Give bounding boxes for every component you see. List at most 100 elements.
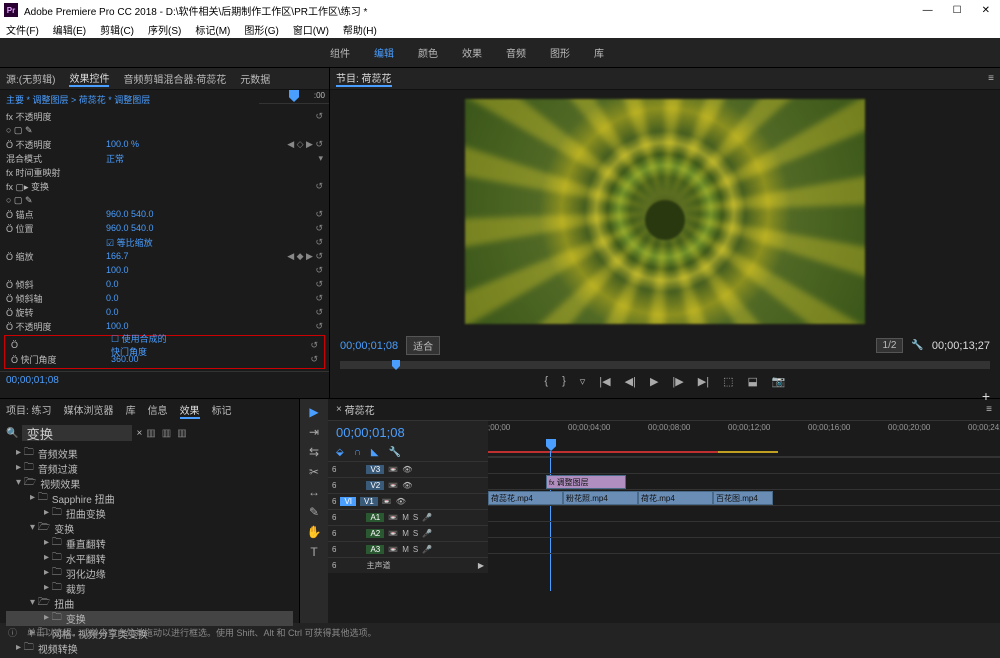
workspace-tab[interactable]: 库	[594, 45, 604, 60]
timeline-timecode[interactable]: 00;00;01;08	[328, 421, 488, 444]
fx-badge-icon[interactable]: ▥	[162, 428, 171, 439]
track-lane[interactable]	[488, 457, 1000, 473]
panel-tab[interactable]: 源:(无剪辑)	[6, 71, 55, 86]
extract-button[interactable]: ⬓	[747, 375, 757, 388]
step-back-button[interactable]: ◀|	[625, 375, 636, 388]
export-frame-button[interactable]: 📷	[772, 375, 786, 388]
track-toggle[interactable]: 6	[332, 529, 336, 538]
panel-tab[interactable]: 音频剪辑混合器:荷蕊花	[123, 71, 226, 86]
marker-icon[interactable]: ◣	[371, 447, 379, 458]
tree-item[interactable]: ▸ 🗀变换	[6, 611, 293, 626]
selection-tool[interactable]: ▶	[309, 405, 318, 419]
menu-item[interactable]: 帮助(H)	[343, 22, 377, 37]
property-value[interactable]: 0.0	[106, 279, 166, 289]
tree-item[interactable]: ▸ 🗀裁剪	[6, 581, 293, 596]
panel-tab[interactable]: 库	[126, 402, 136, 419]
track-lane[interactable]: fx 调整图层	[488, 473, 1000, 489]
track-output[interactable]: 📼	[382, 497, 392, 506]
panel-tab[interactable]: 元数据	[240, 71, 270, 86]
property-value[interactable]: 100.0	[106, 265, 166, 275]
menu-item[interactable]: 标记(M)	[195, 22, 230, 37]
program-scrubber[interactable]	[340, 361, 990, 369]
keyframe-controls[interactable]: ◀ ◆ ▶ ↺	[287, 251, 323, 262]
go-out-button[interactable]: ▶|	[698, 375, 709, 388]
menu-item[interactable]: 编辑(E)	[53, 22, 86, 37]
eye-icon[interactable]: 👁	[402, 465, 412, 474]
video-clip[interactable]: 粉花照.mp4	[563, 491, 638, 505]
button-editor[interactable]: +	[982, 388, 990, 404]
audio-track-header[interactable]: 6A1📼MS🎤	[328, 509, 488, 525]
keyframe-controls[interactable]: ▾	[318, 153, 323, 164]
eye-icon[interactable]: 👁	[396, 497, 406, 506]
settings-icon[interactable]: 🔧	[389, 447, 401, 458]
track-output[interactable]: 📼	[388, 481, 398, 490]
property-value[interactable]: 0.0	[106, 293, 166, 303]
tree-item[interactable]: ▸ 🗀音频过渡	[6, 461, 293, 476]
tree-item[interactable]: ▸ 🗀音频效果	[6, 446, 293, 461]
close-button[interactable]: ✕	[982, 5, 990, 16]
property-value[interactable]: 166.7	[106, 251, 166, 261]
tree-item[interactable]: ▾ 🗁变换	[6, 521, 293, 536]
razor-tool[interactable]: ✂	[309, 465, 319, 479]
menu-item[interactable]: 文件(F)	[6, 22, 39, 37]
tree-item[interactable]: ▸ 🗀视频转换	[6, 641, 293, 656]
audio-track-header[interactable]: 6A3📼MS🎤	[328, 541, 488, 557]
audio-track-header[interactable]: 6A2📼MS🎤	[328, 525, 488, 541]
property-value[interactable]: 正常	[106, 152, 166, 165]
lift-button[interactable]: ⬚	[723, 375, 733, 388]
scrub-playhead[interactable]	[392, 360, 400, 370]
eye-icon[interactable]: 👁	[402, 481, 412, 490]
track-lane[interactable]	[488, 553, 1000, 569]
track-output[interactable]: 📼	[388, 513, 398, 522]
close-seq-icon[interactable]: ×	[336, 404, 342, 415]
panel-tab[interactable]: 效果	[180, 402, 200, 419]
tree-item[interactable]: ▸ 🗀Sapphire 扭曲	[6, 491, 293, 506]
workspace-tab[interactable]: 编辑	[374, 45, 394, 60]
video-clip[interactable]: 荷花.mp4	[638, 491, 713, 505]
program-monitor[interactable]	[465, 99, 865, 324]
mark-in-button[interactable]: {	[544, 375, 548, 388]
link-icon[interactable]: ∩	[354, 447, 361, 458]
video-track-header[interactable]: 6V2📼👁	[328, 477, 488, 493]
go-in-button[interactable]: |◀	[599, 375, 610, 388]
track-output[interactable]: 📼	[388, 529, 398, 538]
track-toggle[interactable]: 6	[332, 497, 336, 506]
tree-item[interactable]: ▸ 🗀垂直翻转	[6, 536, 293, 551]
step-fwd-button[interactable]: |▶	[672, 375, 683, 388]
workspace-tab[interactable]: 组件	[330, 45, 350, 60]
pen-tool[interactable]: ✎	[309, 505, 319, 519]
track-toggle[interactable]: 6	[332, 481, 336, 490]
property-value[interactable]: 960.0 540.0	[106, 209, 166, 219]
minimize-button[interactable]: —	[923, 5, 933, 16]
panel-tab[interactable]: 项目: 练习	[6, 402, 52, 419]
workspace-tab[interactable]: 图形	[550, 45, 570, 60]
tree-item[interactable]: ▾ 🗁扭曲	[6, 596, 293, 611]
video-clip[interactable]: 百花图.mp4	[713, 491, 773, 505]
adjustment-clip[interactable]: fx 调整图层	[546, 475, 626, 489]
slip-tool[interactable]: ↔	[308, 485, 320, 499]
maximize-button[interactable]: ☐	[953, 5, 962, 16]
timeline-playhead[interactable]	[546, 439, 556, 451]
tree-item[interactable]: ▸ 🗀羽化边缘	[6, 566, 293, 581]
property-value[interactable]: 100.0	[106, 321, 166, 331]
property-value[interactable]: 360.00	[111, 354, 171, 364]
zoom-dropdown[interactable]: 1/2	[876, 338, 904, 353]
keyframe-controls[interactable]: ↺	[315, 321, 323, 332]
clear-search[interactable]: ×	[136, 428, 142, 439]
track-toggle[interactable]: 6	[332, 545, 336, 554]
property-value[interactable]: ☑ 等比缩放	[106, 236, 166, 249]
fx-badge-icon[interactable]: ▥	[146, 428, 155, 439]
video-track-header[interactable]: 6VIV1📼👁	[328, 493, 488, 509]
video-track-header[interactable]: 6V3📼👁	[328, 461, 488, 477]
program-timecode[interactable]: 00;00;01;08	[340, 340, 398, 352]
track-lane[interactable]: 荷蕊花.mp4粉花照.mp4荷花.mp4百花图.mp4	[488, 489, 1000, 505]
menu-item[interactable]: 剪辑(C)	[100, 22, 134, 37]
video-clip[interactable]: 荷蕊花.mp4	[488, 491, 563, 505]
marker-button[interactable]: ▿	[580, 375, 586, 388]
fit-dropdown[interactable]: 适合	[406, 336, 440, 355]
track-toggle[interactable]: 6	[332, 465, 336, 474]
keyframe-controls[interactable]: ↺	[315, 307, 323, 318]
workspace-tab[interactable]: 颜色	[418, 45, 438, 60]
panel-menu-icon[interactable]: ≡	[988, 73, 994, 84]
track-select-tool[interactable]: ⇥	[309, 425, 319, 439]
